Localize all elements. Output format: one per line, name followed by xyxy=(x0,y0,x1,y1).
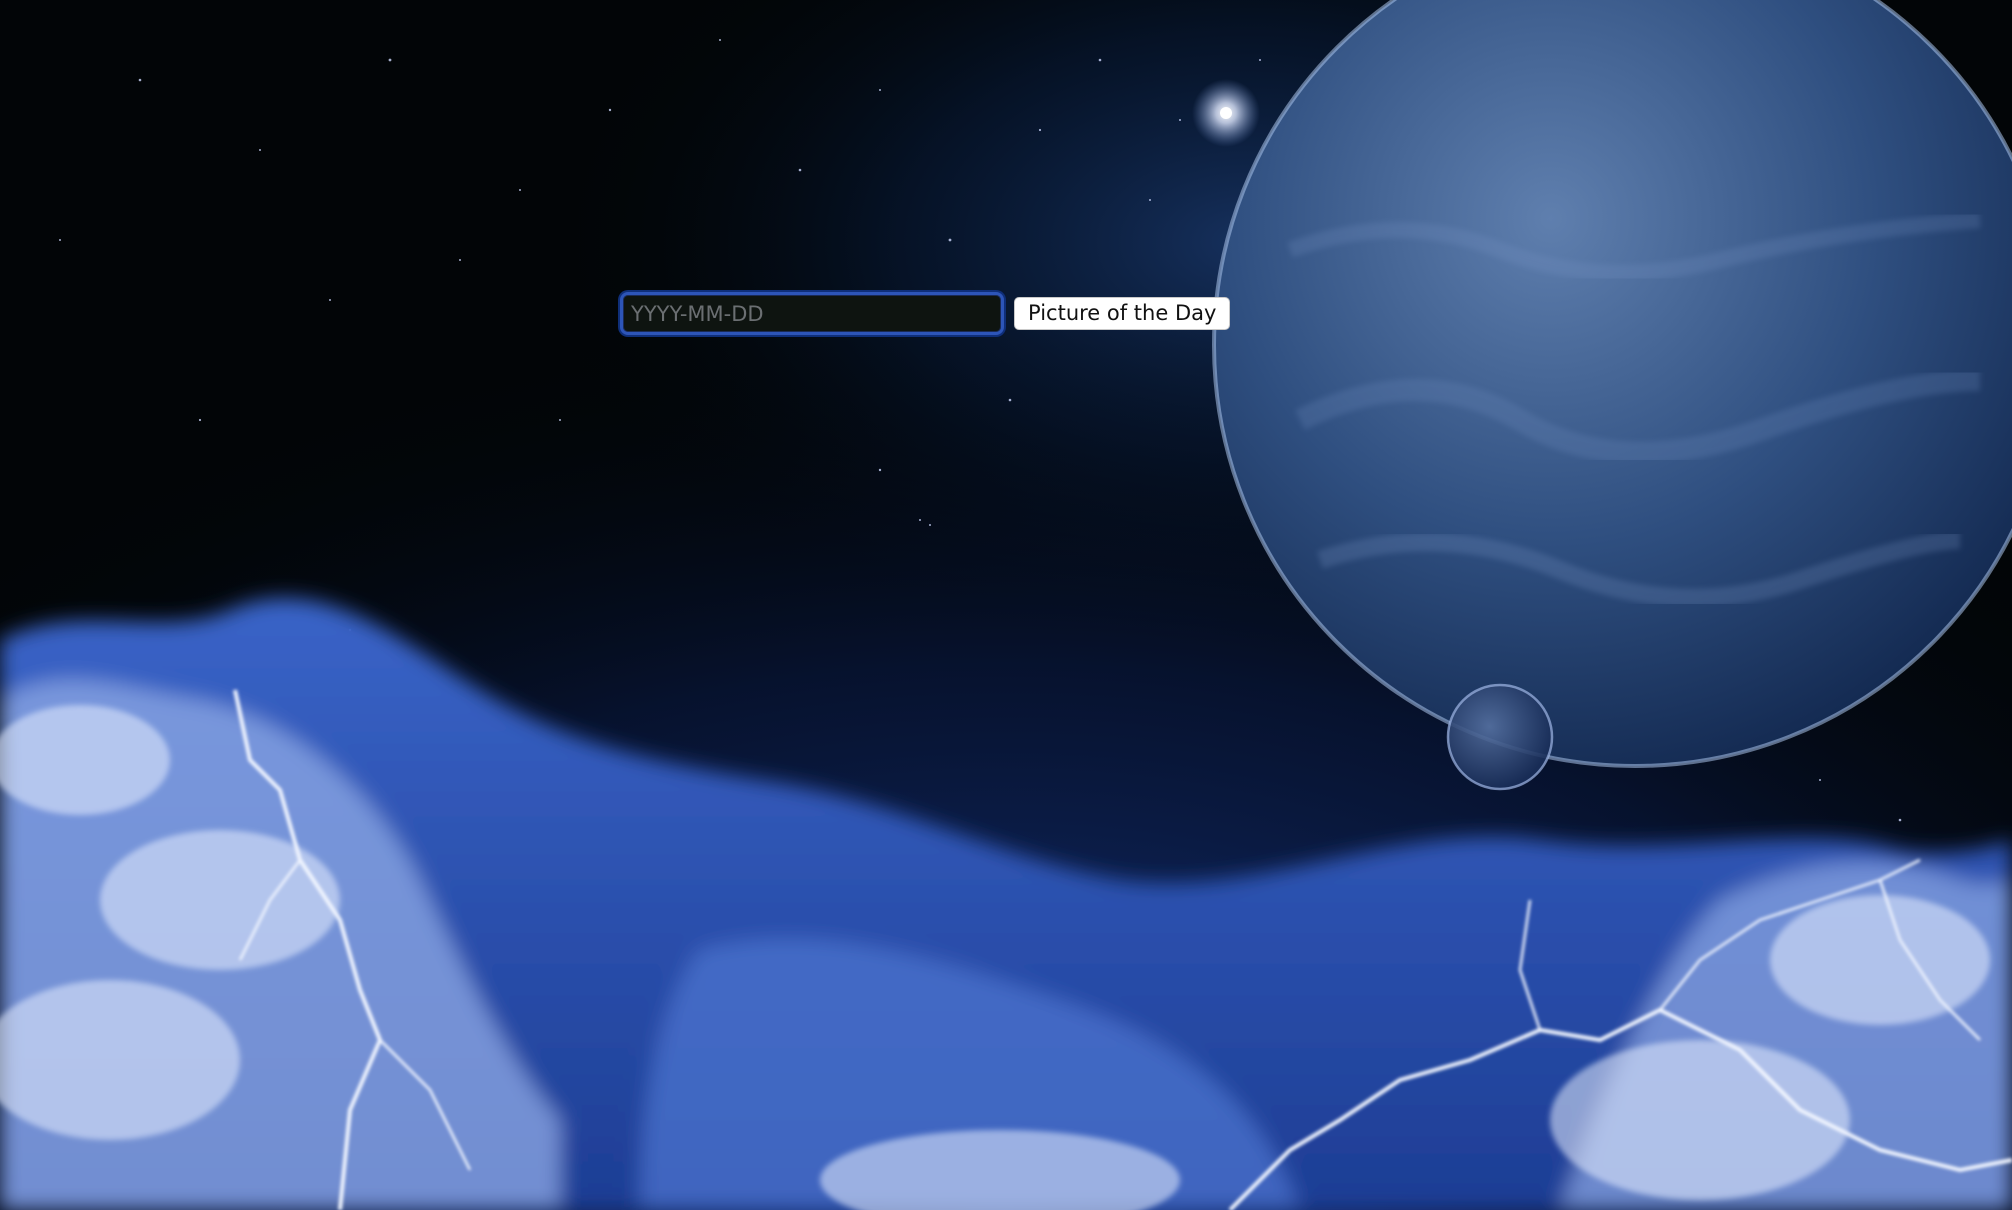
space-background-image xyxy=(0,0,2012,1210)
page: Picture of the Day xyxy=(0,0,2012,1210)
date-input[interactable] xyxy=(620,292,1004,335)
date-form: Picture of the Day xyxy=(620,292,1231,335)
picture-of-the-day-button[interactable]: Picture of the Day xyxy=(1014,297,1231,330)
